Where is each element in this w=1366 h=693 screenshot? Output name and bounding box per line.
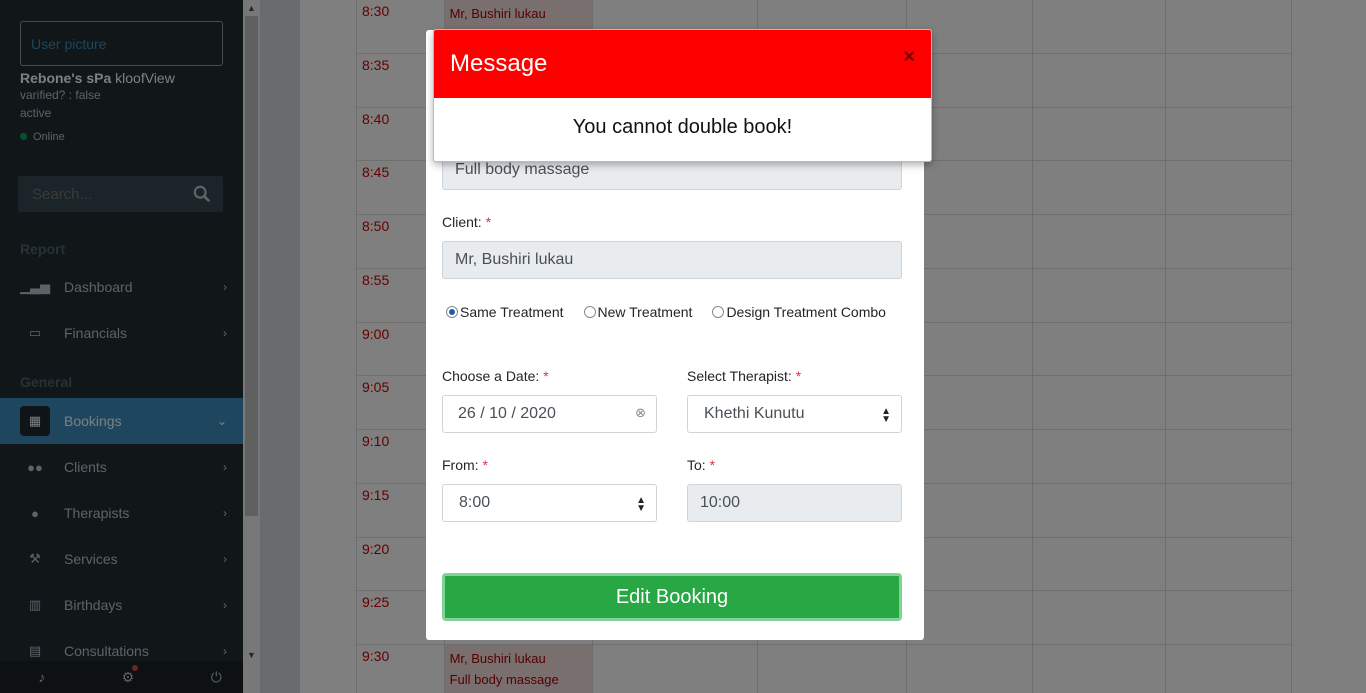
message-header: Message × — [434, 30, 931, 98]
from-select[interactable]: 8:00 ▲ ▼ — [442, 484, 657, 522]
message-title: Message — [450, 50, 548, 77]
from-value: 8:00 — [459, 494, 491, 511]
to-label: To: * — [687, 457, 715, 473]
to-field: 10:00 — [687, 484, 902, 522]
edit-booking-button[interactable]: Edit Booking — [442, 573, 902, 621]
radio-unchecked-icon[interactable] — [712, 306, 725, 318]
clear-icon[interactable]: ⊗ — [635, 405, 646, 421]
radio-checked-icon[interactable] — [446, 306, 458, 318]
required-mark: * — [543, 368, 549, 384]
client-field: Mr, Bushiri lukau — [442, 241, 902, 279]
therapist-select[interactable]: Khethi Kunutu ▲ ▼ — [687, 395, 902, 433]
radio-same-treatment[interactable]: Same Treatment — [446, 304, 564, 320]
date-input[interactable]: 26 / 10 / 2020 ⊗ — [442, 395, 657, 433]
required-mark: * — [795, 368, 802, 384]
select-arrows-icon: ▲ ▼ — [636, 495, 646, 514]
radio-combo-label: Design Treatment Combo — [726, 304, 886, 320]
radio-unchecked-icon[interactable] — [583, 306, 596, 318]
message-text: You cannot double book! — [572, 116, 793, 138]
client-label-text: Client: — [442, 214, 482, 230]
message-modal: Message × You cannot double book! — [433, 29, 932, 162]
from-label: From: * — [442, 457, 488, 473]
select-arrows-icon: ▲ ▼ — [881, 406, 891, 425]
radio-design-combo[interactable]: Design Treatment Combo — [712, 304, 886, 320]
required-mark: * — [709, 457, 716, 473]
therapist-label: Select Therapist: * — [687, 368, 801, 384]
date-label-text: Choose a Date: — [442, 368, 540, 384]
therapist-label-text: Select Therapist: — [687, 368, 792, 384]
from-label-text: From: — [442, 457, 479, 473]
required-mark: * — [485, 214, 492, 230]
radio-new-treatment[interactable]: New Treatment — [583, 304, 693, 320]
required-mark: * — [482, 457, 488, 473]
date-value: 26 / 10 / 2020 — [458, 405, 556, 422]
close-icon[interactable]: × — [903, 46, 915, 69]
therapist-value: Khethi Kunutu — [704, 405, 805, 422]
to-label-text: To: — [687, 457, 706, 473]
radio-new-label: New Treatment — [597, 304, 693, 320]
client-label: Client: * — [442, 214, 491, 230]
treatment-options: Same Treatment New Treatment Design Trea… — [446, 304, 906, 320]
date-label: Choose a Date: * — [442, 368, 549, 384]
radio-same-label: Same Treatment — [460, 304, 564, 320]
